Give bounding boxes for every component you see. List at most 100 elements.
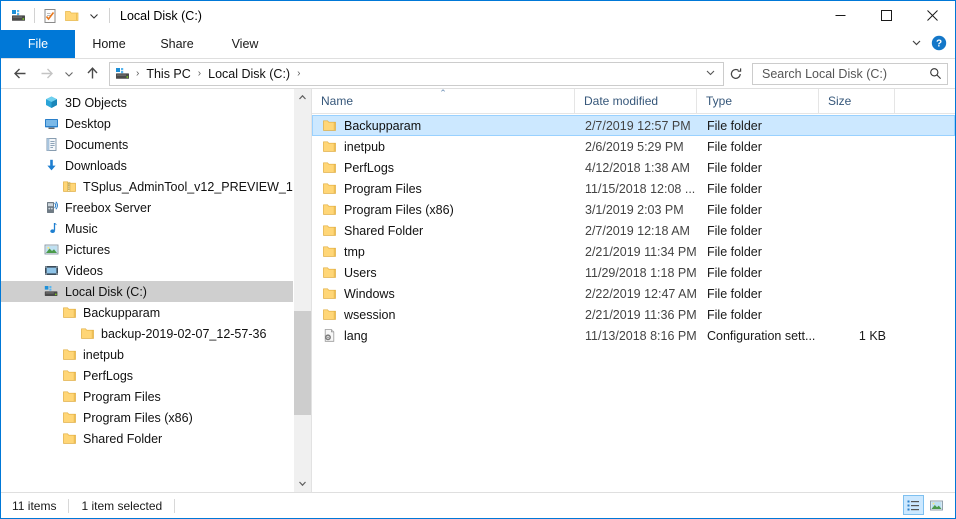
- file-name-text: tmp: [344, 245, 365, 259]
- tab-home[interactable]: Home: [75, 30, 143, 58]
- folder-icon: [321, 181, 337, 197]
- search-box[interactable]: [752, 63, 948, 85]
- help-icon[interactable]: ?: [931, 35, 947, 54]
- table-row[interactable]: PerfLogs 4/12/2018 1:38 AM File folder: [312, 157, 955, 178]
- folder-icon: [61, 389, 77, 405]
- sidebar-label: Documents: [65, 138, 128, 152]
- file-type-cell: File folder: [698, 224, 820, 238]
- tab-view[interactable]: View: [211, 30, 279, 58]
- column-headers: ⌃ Name Date modified Type Size: [312, 89, 955, 114]
- new-folder-icon[interactable]: [61, 5, 83, 27]
- details-view-button[interactable]: [903, 495, 924, 515]
- sidebar-item-videos[interactable]: Videos: [1, 260, 311, 281]
- column-header-type[interactable]: Type: [697, 89, 819, 113]
- column-header-date-modified[interactable]: Date modified: [575, 89, 697, 113]
- sidebar-item-documents[interactable]: Documents: [1, 134, 311, 155]
- sidebar-item-tsplus-admintool[interactable]: TSplus_AdminTool_v12_PREVIEW_1: [1, 176, 311, 197]
- sidebar-item-freebox-server[interactable]: Freebox Server: [1, 197, 311, 218]
- file-name-cell: Windows: [313, 286, 576, 302]
- sidebar-item-3d-objects[interactable]: 3D Objects: [1, 92, 311, 113]
- sidebar-item-pictures[interactable]: Pictures: [1, 239, 311, 260]
- expand-ribbon-chevron-icon[interactable]: [910, 36, 923, 52]
- table-row[interactable]: Backupparam 2/7/2019 12:57 PM File folde…: [312, 115, 955, 136]
- column-header-name[interactable]: ⌃ Name: [312, 89, 575, 113]
- sidebar-item-desktop[interactable]: Desktop: [1, 113, 311, 134]
- back-button[interactable]: [7, 62, 33, 86]
- breadcrumb-bar[interactable]: › This PC › Local Disk (C:) ›: [109, 62, 724, 86]
- breadcrumb-dropdown-icon[interactable]: [698, 67, 723, 81]
- table-row[interactable]: Shared Folder 2/7/2019 12:18 AM File fol…: [312, 220, 955, 241]
- table-row[interactable]: tmp 2/21/2019 11:34 PM File folder: [312, 241, 955, 262]
- drive-icon: [43, 284, 59, 300]
- large-icons-view-button[interactable]: [926, 495, 947, 515]
- pictures-icon: [43, 242, 59, 258]
- sidebar-item-downloads[interactable]: Downloads: [1, 155, 311, 176]
- sidebar-label: Freebox Server: [65, 201, 151, 215]
- file-rows: Backupparam 2/7/2019 12:57 PM File folde…: [312, 114, 955, 492]
- sidebar-item-program-files[interactable]: Program Files: [1, 386, 311, 407]
- scroll-down-arrow-icon[interactable]: [294, 475, 311, 492]
- file-type-cell: File folder: [698, 287, 820, 301]
- title-bar: Local Disk (C:): [1, 1, 955, 30]
- forward-button[interactable]: [33, 62, 59, 86]
- search-input[interactable]: [760, 66, 929, 82]
- quick-access-toolbar: Local Disk (C:): [1, 1, 202, 30]
- sidebar-item-backupparam[interactable]: Backupparam: [1, 302, 311, 323]
- scroll-up-arrow-icon[interactable]: [294, 89, 311, 106]
- sidebar-item-perflogs[interactable]: PerfLogs: [1, 365, 311, 386]
- folder-icon: [321, 265, 337, 281]
- sidebar-item-inetpub[interactable]: inetpub: [1, 344, 311, 365]
- minimize-button[interactable]: [817, 1, 863, 30]
- sidebar-item-program-files-x86[interactable]: Program Files (x86): [1, 407, 311, 428]
- sidebar-label: Local Disk (C:): [65, 285, 147, 299]
- file-name-cell: Program Files: [313, 181, 576, 197]
- sidebar-item-shared-folder[interactable]: Shared Folder: [1, 428, 311, 449]
- search-icon[interactable]: [929, 67, 942, 80]
- properties-icon[interactable]: [39, 5, 61, 27]
- navigation-pane: 3D Objects Desktop: [1, 89, 311, 492]
- file-name-text: inetpub: [344, 140, 385, 154]
- column-label: Name: [321, 94, 353, 108]
- file-size-cell: 1 KB: [820, 329, 896, 343]
- recent-locations-button[interactable]: [59, 62, 79, 86]
- breadcrumb-separator-0[interactable]: ›: [131, 69, 144, 79]
- downloads-icon: [43, 158, 59, 174]
- scrollbar-thumb[interactable]: [294, 311, 311, 415]
- table-row[interactable]: Windows 2/22/2019 12:47 AM File folder: [312, 283, 955, 304]
- navigation-scrollbar[interactable]: [293, 89, 311, 492]
- close-button[interactable]: [909, 1, 955, 30]
- table-row[interactable]: Program Files (x86) 3/1/2019 2:03 PM Fil…: [312, 199, 955, 220]
- file-date-cell: 2/21/2019 11:36 PM: [576, 308, 698, 322]
- table-row[interactable]: wsession 2/21/2019 11:36 PM File folder: [312, 304, 955, 325]
- sidebar-item-backup-2019-02-07[interactable]: backup-2019-02-07_12-57-36: [1, 323, 311, 344]
- this-pc-icon[interactable]: [8, 5, 30, 27]
- sidebar-label: 3D Objects: [65, 96, 127, 110]
- file-name-cell: inetpub: [313, 139, 576, 155]
- column-header-size[interactable]: Size: [819, 89, 895, 113]
- tab-share[interactable]: Share: [143, 30, 211, 58]
- up-button[interactable]: [79, 62, 105, 86]
- sort-ascending-icon: ⌃: [439, 89, 447, 97]
- breadcrumb-separator-2[interactable]: ›: [292, 69, 305, 79]
- sidebar-label: Downloads: [65, 159, 127, 173]
- breadcrumb-separator-1[interactable]: ›: [193, 69, 206, 79]
- file-date-cell: 11/13/2018 8:16 PM: [576, 329, 698, 343]
- file-date-cell: 2/21/2019 11:34 PM: [576, 245, 698, 259]
- breadcrumb-item-local-disk[interactable]: Local Disk (C:): [206, 67, 292, 81]
- refresh-button[interactable]: [725, 63, 747, 85]
- breadcrumb-item-this-pc[interactable]: This PC: [144, 67, 192, 81]
- table-row[interactable]: inetpub 2/6/2019 5:29 PM File folder: [312, 136, 955, 157]
- file-name-cell: tmp: [313, 244, 576, 260]
- customize-chevron-icon[interactable]: [83, 5, 105, 27]
- maximize-button[interactable]: [863, 1, 909, 30]
- table-row[interactable]: Program Files 11/15/2018 12:08 ... File …: [312, 178, 955, 199]
- tab-file[interactable]: File: [1, 30, 75, 58]
- window-controls: [817, 1, 955, 30]
- zip-folder-icon: [61, 179, 77, 195]
- file-type-cell: File folder: [698, 266, 820, 280]
- file-date-cell: 11/29/2018 1:18 PM: [576, 266, 698, 280]
- table-row[interactable]: Users 11/29/2018 1:18 PM File folder: [312, 262, 955, 283]
- sidebar-item-music[interactable]: Music: [1, 218, 311, 239]
- sidebar-item-local-disk-c[interactable]: Local Disk (C:): [1, 281, 311, 302]
- table-row[interactable]: lang 11/13/2018 8:16 PM Configuration se…: [312, 325, 955, 346]
